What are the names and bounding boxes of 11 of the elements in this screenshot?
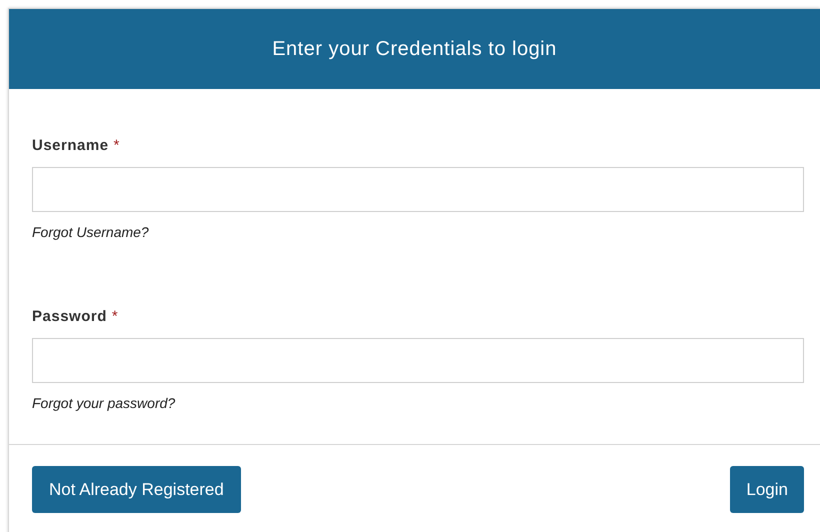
required-mark: * xyxy=(114,136,120,156)
field-label: Password xyxy=(32,306,107,327)
forgot-link[interactable]: Forgot Username? xyxy=(32,222,149,243)
login-button[interactable]: Login xyxy=(730,466,804,513)
forgot-link[interactable]: Forgot your password? xyxy=(32,393,176,414)
input-field[interactable] xyxy=(32,338,804,383)
header-title: Enter your Credentials to login xyxy=(272,37,557,62)
register-button[interactable]: Not Already Registered xyxy=(32,466,241,513)
field-label: Username xyxy=(32,136,109,156)
input-field[interactable] xyxy=(32,167,804,212)
required-mark: * xyxy=(112,306,118,327)
